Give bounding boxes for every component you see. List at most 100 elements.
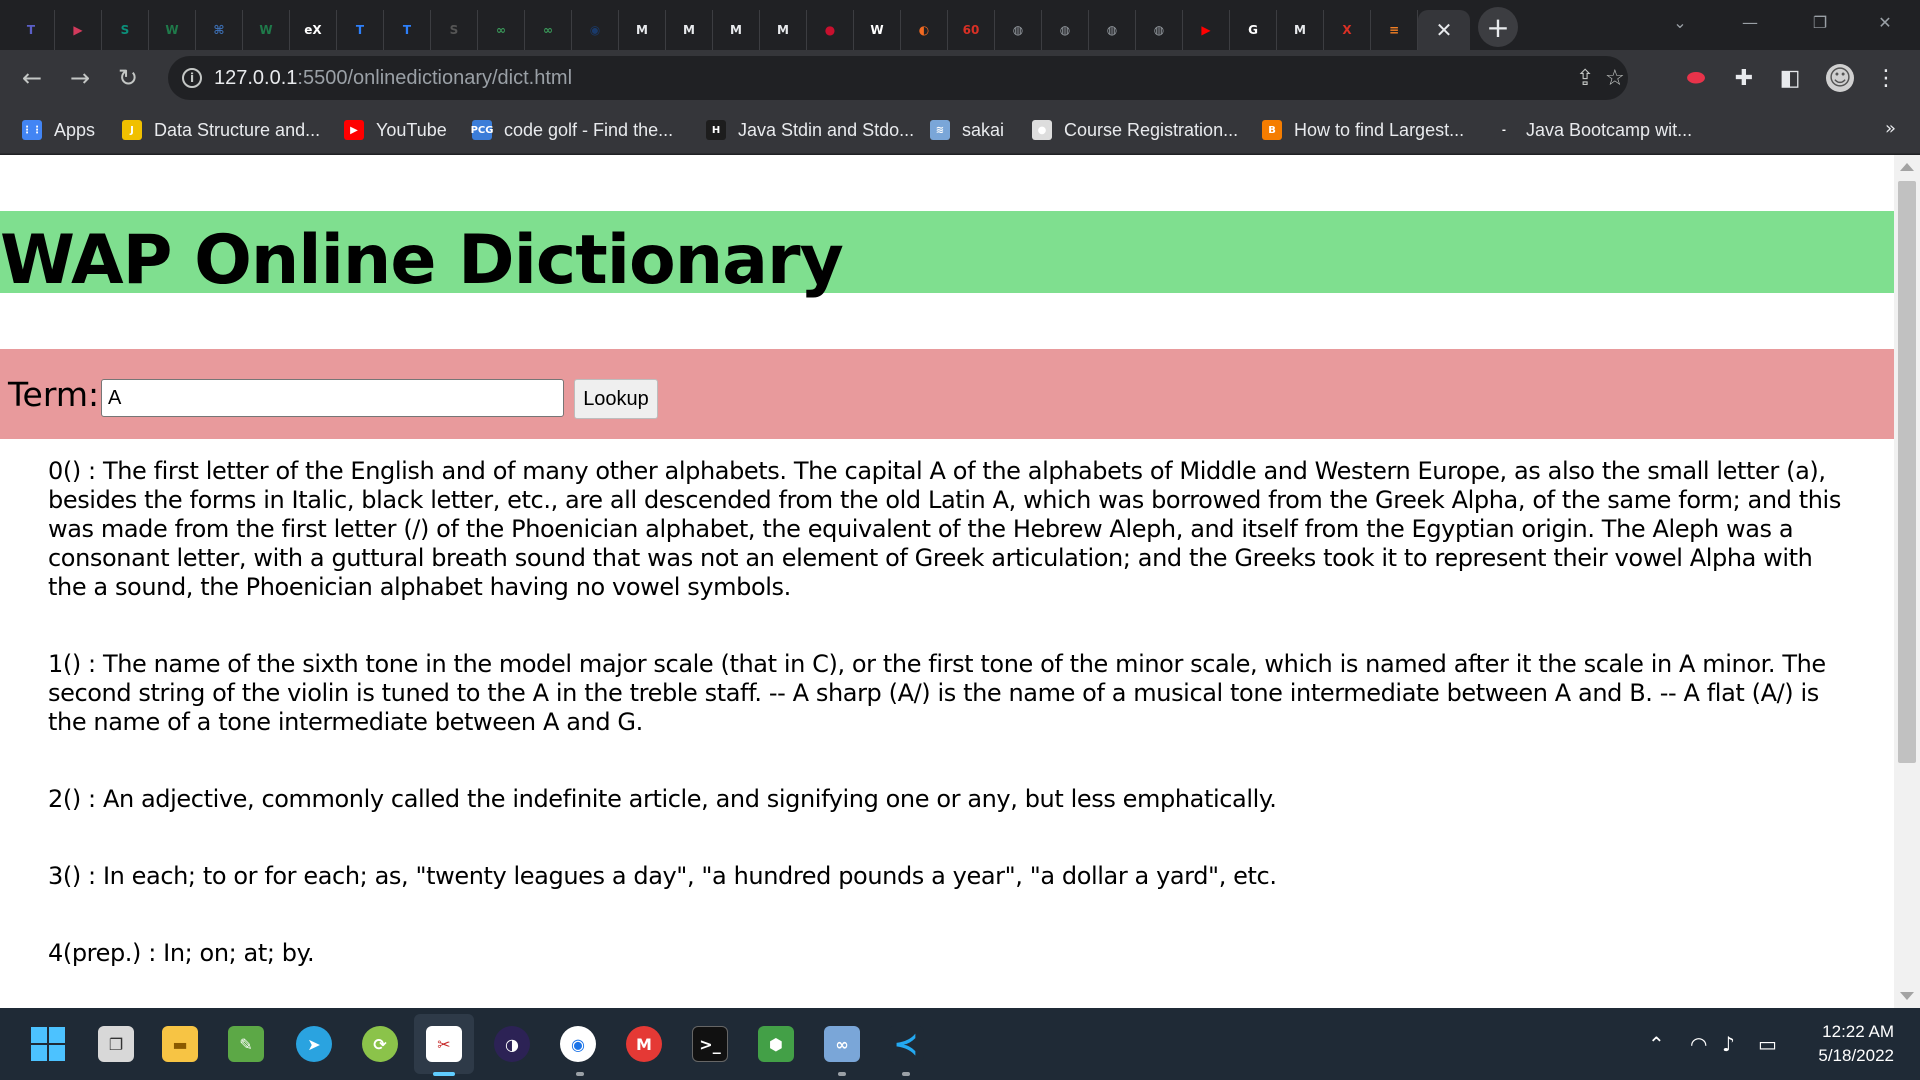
tray-overflow-icon[interactable]: ⌃ bbox=[1648, 1032, 1665, 1056]
menu-dots-icon[interactable]: ⋮ bbox=[1872, 64, 1900, 92]
m-icon: M bbox=[730, 23, 742, 37]
scroll-down-icon[interactable] bbox=[1900, 992, 1914, 1000]
browser-tab[interactable]: T bbox=[337, 10, 384, 50]
battery-icon[interactable]: ▭ bbox=[1758, 1032, 1777, 1056]
system-clock[interactable]: 12:22 AM 5/18/2022 bbox=[1818, 1020, 1894, 1068]
address-bar[interactable]: i 127.0.0.1:5500/onlinedictionary/dict.h… bbox=[168, 56, 1628, 100]
bookmark-item[interactable]: J Data Structure and... bbox=[122, 118, 320, 142]
site-info-icon[interactable]: i bbox=[182, 68, 202, 88]
volume-icon[interactable]: ♪ bbox=[1722, 1032, 1735, 1056]
windows-start-icon[interactable] bbox=[30, 1026, 66, 1062]
visual-studio-icon[interactable]: ∞ bbox=[824, 1026, 860, 1062]
bookmark-label: Java Stdin and Stdo... bbox=[738, 119, 915, 140]
bookmark-label: sakai bbox=[962, 119, 1005, 140]
url-text[interactable]: 127.0.0.1:5500/onlinedictionary/dict.htm… bbox=[214, 67, 572, 90]
back-icon[interactable]: ← bbox=[18, 64, 46, 92]
browser-tab[interactable]: W bbox=[854, 10, 901, 50]
close-window-icon[interactable]: ✕ bbox=[1850, 0, 1920, 44]
bookmark-item[interactable]: H Java Stdin and Stdo... bbox=[706, 118, 914, 142]
m-icon: M bbox=[636, 23, 648, 37]
page-title: WAP Online Dictionary bbox=[0, 221, 844, 300]
app-green-icon[interactable]: ⟳ bbox=[362, 1026, 398, 1062]
bookmark-item[interactable]: ⋮⋮ Apps bbox=[22, 118, 95, 142]
browser-tab[interactable]: ∞ bbox=[478, 10, 525, 50]
notepad-icon[interactable]: ✎ bbox=[228, 1026, 264, 1062]
browser-tab[interactable]: G bbox=[1230, 10, 1277, 50]
browser-tab[interactable]: Ⅹ bbox=[1324, 10, 1371, 50]
bookmark-item[interactable]: PCG code golf - Find the... bbox=[471, 118, 674, 142]
wikipedia-icon: W bbox=[870, 23, 884, 37]
browser-tab[interactable]: ◐ bbox=[901, 10, 948, 50]
browser-tab[interactable]: ◍ bbox=[1042, 10, 1089, 50]
page-scrollbar[interactable] bbox=[1894, 155, 1920, 1008]
bookmark-label: YouTube bbox=[376, 119, 447, 140]
red-badge-icon: ● bbox=[824, 23, 836, 37]
side-panel-icon[interactable]: ◧ bbox=[1776, 64, 1804, 92]
term-input[interactable] bbox=[101, 379, 564, 417]
extensions-puzzle-icon[interactable]: ✚ bbox=[1730, 64, 1758, 92]
terminal-icon[interactable]: >_ bbox=[692, 1026, 728, 1062]
lookup-button[interactable]: Lookup bbox=[574, 379, 658, 419]
browser-tab[interactable]: M bbox=[713, 10, 760, 50]
snipping-tool-icon[interactable]: ✂ bbox=[426, 1026, 462, 1062]
bookmark-item[interactable]: ▶ YouTube bbox=[344, 118, 447, 142]
browser-tab[interactable]: S bbox=[102, 10, 149, 50]
browser-tab[interactable]: ◉ bbox=[572, 10, 619, 50]
browser-tab[interactable]: eX bbox=[290, 10, 337, 50]
scroll-up-icon[interactable] bbox=[1900, 163, 1914, 171]
vscode-icon[interactable]: ≺ bbox=[888, 1026, 924, 1062]
browser-tab[interactable]: S bbox=[431, 10, 478, 50]
bookmarks-overflow-icon[interactable]: » bbox=[1885, 118, 1896, 139]
bookmark-item[interactable]: ● Course Registration... bbox=[1032, 118, 1238, 142]
task-view-icon[interactable]: ❐ bbox=[98, 1026, 134, 1062]
new-tab-button[interactable]: + bbox=[1478, 7, 1518, 47]
bookmark-item[interactable]: B How to find Largest... bbox=[1262, 118, 1464, 142]
minimize-icon[interactable]: — bbox=[1715, 0, 1785, 44]
browser-tab[interactable]: ⌘ bbox=[196, 10, 243, 50]
reload-icon[interactable]: ↻ bbox=[114, 64, 142, 92]
browser-tab[interactable]: ▶ bbox=[55, 10, 102, 50]
eclipse-icon[interactable]: ◑ bbox=[494, 1026, 530, 1062]
w-icon: W bbox=[165, 23, 179, 37]
browser-tab[interactable]: ◍ bbox=[1136, 10, 1183, 50]
nodejs-icon[interactable]: ⬢ bbox=[758, 1026, 794, 1062]
browser-tab[interactable]: W bbox=[149, 10, 196, 50]
browser-tab[interactable]: M bbox=[1277, 10, 1324, 50]
bookmark-label: Data Structure and... bbox=[154, 119, 321, 140]
definition-entry: 2() : An adjective, commonly called the … bbox=[48, 785, 1277, 813]
browser-tab[interactable]: ≡ bbox=[1371, 10, 1418, 50]
bookmark-item[interactable]: ≋ sakai bbox=[930, 118, 1004, 142]
browser-tab[interactable]: T bbox=[384, 10, 431, 50]
lastpass-extension-icon[interactable]: ⬬ bbox=[1682, 64, 1710, 92]
bookmark-label: How to find Largest... bbox=[1294, 119, 1465, 140]
browser-tab[interactable]: M bbox=[619, 10, 666, 50]
browser-tab[interactable]: ∞ bbox=[525, 10, 572, 50]
m-app-icon[interactable]: M bbox=[626, 1026, 662, 1062]
telegram-icon[interactable]: ➤ bbox=[296, 1026, 332, 1062]
vs-icon: ⌘ bbox=[213, 23, 225, 37]
bookmark-star-icon[interactable]: ☆ bbox=[1605, 66, 1625, 91]
close-tab-icon[interactable]: ✕ bbox=[1436, 18, 1453, 42]
browser-tab[interactable]: ● bbox=[807, 10, 854, 50]
browser-tab[interactable]: T bbox=[8, 10, 55, 50]
browser-tab[interactable]: 60 bbox=[948, 10, 995, 50]
scroll-thumb[interactable] bbox=[1898, 181, 1916, 763]
browser-tab[interactable]: ▶ bbox=[1183, 10, 1230, 50]
browser-tab[interactable]: M bbox=[760, 10, 807, 50]
browser-tab[interactable]: ◍ bbox=[995, 10, 1042, 50]
profile-avatar[interactable]: ☺ bbox=[1826, 64, 1854, 92]
chrome-icon[interactable]: ◉ bbox=[560, 1026, 596, 1062]
skype-icon: S bbox=[120, 23, 130, 37]
bookmark-item[interactable]: - Java Bootcamp wit... bbox=[1494, 118, 1692, 142]
file-explorer-icon[interactable]: ▬ bbox=[162, 1026, 198, 1062]
wifi-icon[interactable]: ◠ bbox=[1690, 1032, 1707, 1056]
forward-icon[interactable]: → bbox=[66, 64, 94, 92]
tab-search-icon[interactable]: ⌄ bbox=[1645, 0, 1715, 44]
browser-tab[interactable]: W bbox=[243, 10, 290, 50]
browser-tab[interactable]: M bbox=[666, 10, 713, 50]
browser-tab[interactable]: ◍ bbox=[1089, 10, 1136, 50]
share-icon[interactable]: ⇪ bbox=[1576, 66, 1594, 91]
restore-icon[interactable]: ❐ bbox=[1785, 0, 1855, 44]
bookmark-label: code golf - Find the... bbox=[504, 119, 674, 140]
active-tab[interactable]: ✕ bbox=[1418, 10, 1470, 50]
